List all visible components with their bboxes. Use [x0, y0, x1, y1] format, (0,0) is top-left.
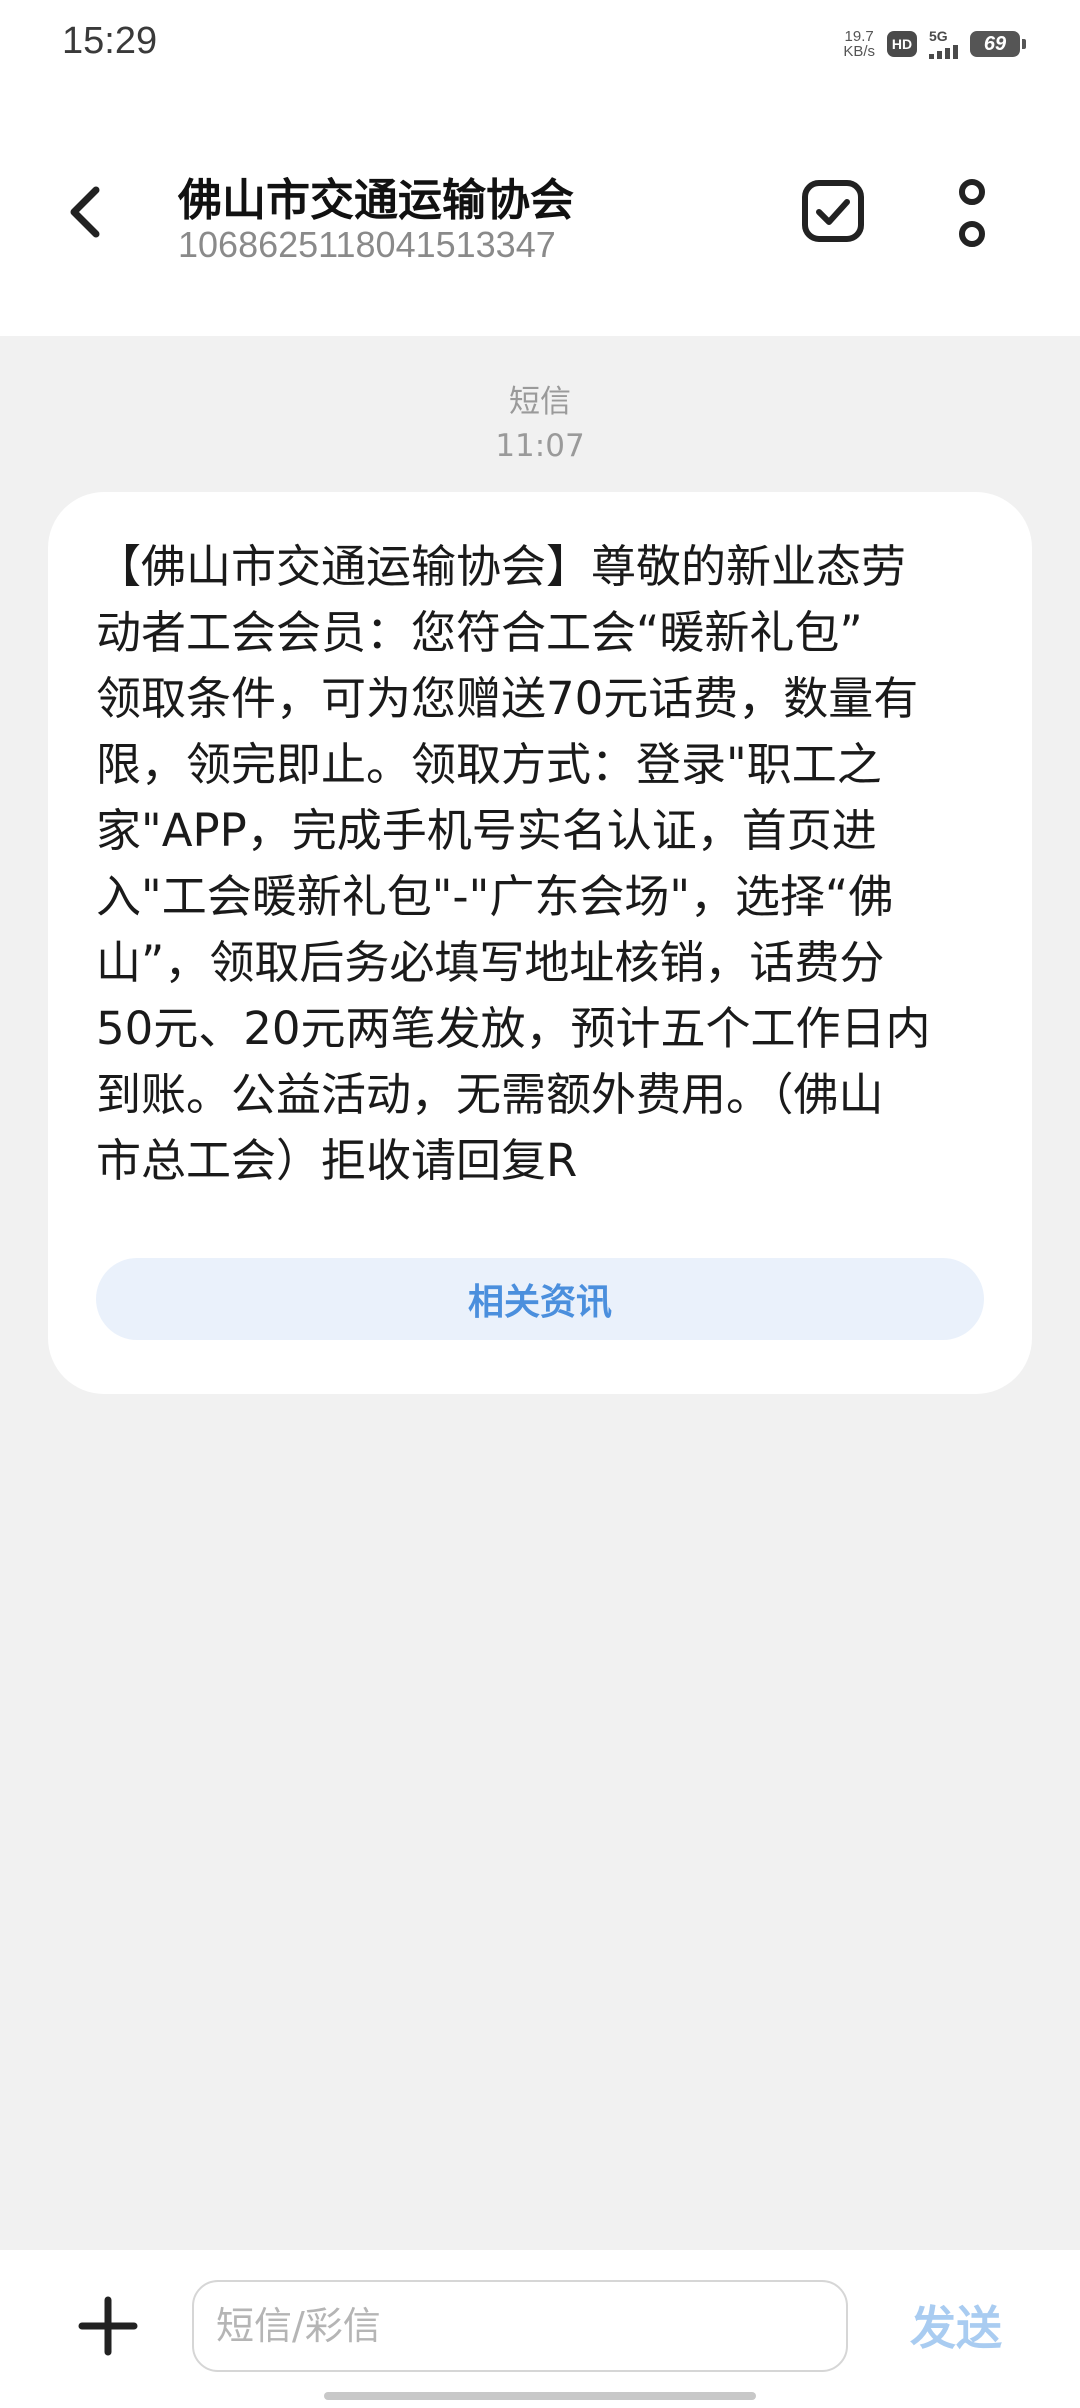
message-bubble[interactable]: 【佛山市交通运输协会】尊敬的新业态劳 动者工会会员：您符合工会“暖新礼包” 领取…: [48, 492, 1032, 1394]
signal-icon: 5G: [929, 27, 958, 59]
battery-icon: 69: [970, 31, 1026, 57]
compose-bar: 发送: [0, 2250, 1080, 2408]
hd-icon: HD: [887, 31, 917, 57]
message-input[interactable]: [192, 2280, 848, 2372]
checkbox-icon: [802, 180, 864, 242]
multi-select-button[interactable]: [800, 178, 866, 244]
back-button[interactable]: [56, 172, 116, 252]
message-type-label: 短信: [509, 384, 571, 420]
related-info-button[interactable]: 相关资讯: [96, 1258, 984, 1340]
status-bar: 15:29 19.7 KB/s HD 5G 69: [0, 0, 1080, 86]
messaging-screen: 15:29 19.7 KB/s HD 5G 69 佛山市交通运输协会 10686…: [0, 0, 1080, 2408]
more-vertical-icon: [959, 179, 985, 247]
home-indicator[interactable]: [324, 2392, 756, 2400]
status-time: 15:29: [62, 20, 158, 62]
attach-button[interactable]: [76, 2294, 140, 2358]
message-body: 【佛山市交通运输协会】尊敬的新业态劳 动者工会会员：您符合工会“暖新礼包” 领取…: [96, 540, 931, 1187]
signal-bars: [929, 43, 958, 59]
conversation-header: 佛山市交通运输协会 1068625118041513347: [0, 86, 1080, 336]
send-button[interactable]: 发送: [910, 2292, 1002, 2358]
sender-number: 1068625118041513347: [178, 224, 556, 265]
message-meta: 短信 11:07: [0, 380, 1080, 468]
network-speed-unit: KB/s: [843, 43, 875, 60]
chevron-left-icon: [70, 186, 100, 238]
network-type-label: 5G: [929, 27, 948, 44]
network-speed: 19.7 KB/s: [843, 29, 875, 59]
message-time: 11:07: [495, 428, 585, 464]
network-speed-value: 19.7: [844, 28, 874, 45]
plus-icon: [78, 2296, 138, 2356]
status-icons: 19.7 KB/s HD 5G 69: [843, 24, 1026, 64]
more-options-button[interactable]: [950, 178, 994, 248]
sender-name: 佛山市交通运输协会: [178, 175, 574, 226]
